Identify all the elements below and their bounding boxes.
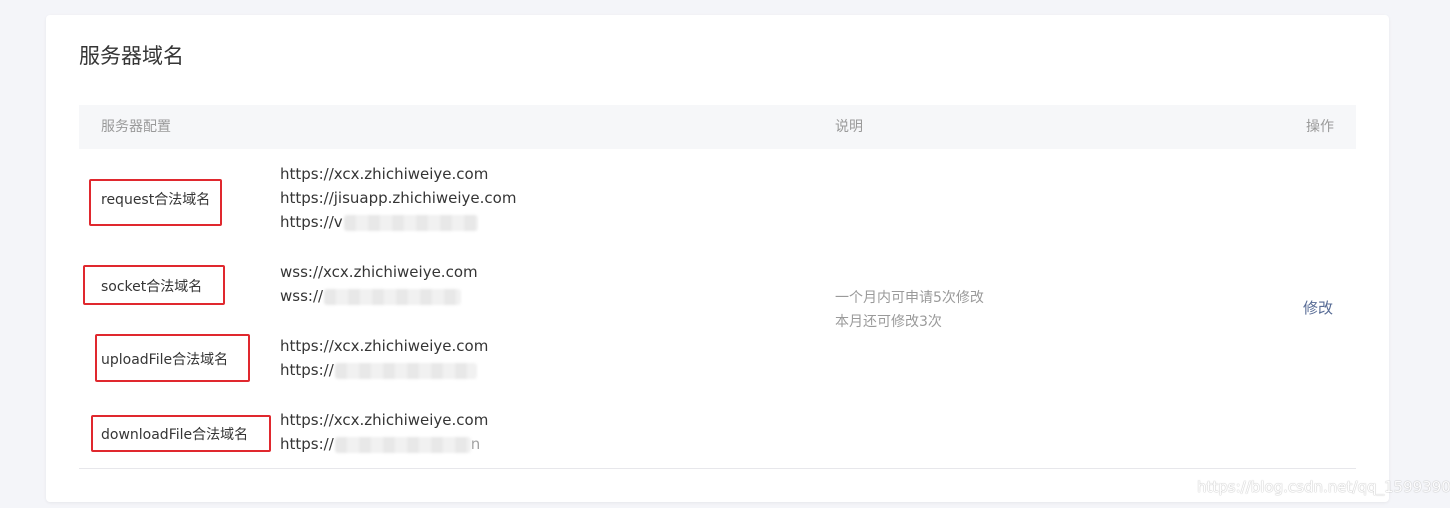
row-label-uploadfile: uploadFile合法域名 bbox=[101, 352, 229, 368]
domain-downloadfile-2: https:// n bbox=[280, 432, 480, 456]
domain-downloadfile-2-text: https:// bbox=[280, 435, 334, 453]
redacted-blur bbox=[334, 362, 477, 379]
row-label-downloadfile: downloadFile合法域名 bbox=[101, 427, 249, 443]
header-server-config: 服务器配置 bbox=[101, 119, 171, 135]
table-header: 服务器配置 说明 操作 bbox=[79, 105, 1356, 149]
redacted-blur bbox=[334, 436, 471, 453]
domain-request-3: https://v bbox=[280, 210, 478, 234]
page-title: 服务器域名 bbox=[79, 44, 184, 68]
description-line-1: 一个月内可申请5次修改 bbox=[835, 290, 984, 306]
redacted-blur bbox=[324, 288, 462, 305]
domain-uploadfile-2-text: https:// bbox=[280, 361, 334, 379]
redacted-blur bbox=[343, 214, 478, 231]
domain-request-1: https://xcx.zhichiweiye.com bbox=[280, 165, 489, 183]
domain-uploadfile-1: https://xcx.zhichiweiye.com bbox=[280, 337, 489, 355]
csdn-watermark: https://blog.csdn.net/qq_15993903 bbox=[1197, 478, 1450, 496]
server-domain-card: 服务器域名 服务器配置 说明 操作 request合法域名 https://xc… bbox=[46, 15, 1389, 502]
modify-link[interactable]: 修改 bbox=[1303, 297, 1333, 318]
header-action: 操作 bbox=[1306, 119, 1334, 135]
domain-request-2: https://jisuapp.zhichiweiye.com bbox=[280, 189, 517, 207]
domain-uploadfile-2: https:// bbox=[280, 358, 477, 382]
row-label-request: request合法域名 bbox=[101, 192, 211, 208]
domain-socket-1: wss://xcx.zhichiweiye.com bbox=[280, 263, 478, 281]
domain-downloadfile-2-tail: n bbox=[470, 435, 481, 453]
domain-socket-2: wss:// bbox=[280, 284, 462, 308]
modification-description: 一个月内可申请5次修改 本月还可修改3次 bbox=[835, 286, 984, 334]
domain-request-3-text: https://v bbox=[280, 213, 343, 231]
header-description: 说明 bbox=[835, 119, 863, 135]
domain-downloadfile-1: https://xcx.zhichiweiye.com bbox=[280, 411, 489, 429]
domain-socket-2-text: wss:// bbox=[280, 287, 324, 305]
row-label-socket: socket合法域名 bbox=[101, 279, 203, 295]
table-bottom-divider bbox=[79, 468, 1356, 469]
description-line-2: 本月还可修改3次 bbox=[835, 314, 942, 330]
